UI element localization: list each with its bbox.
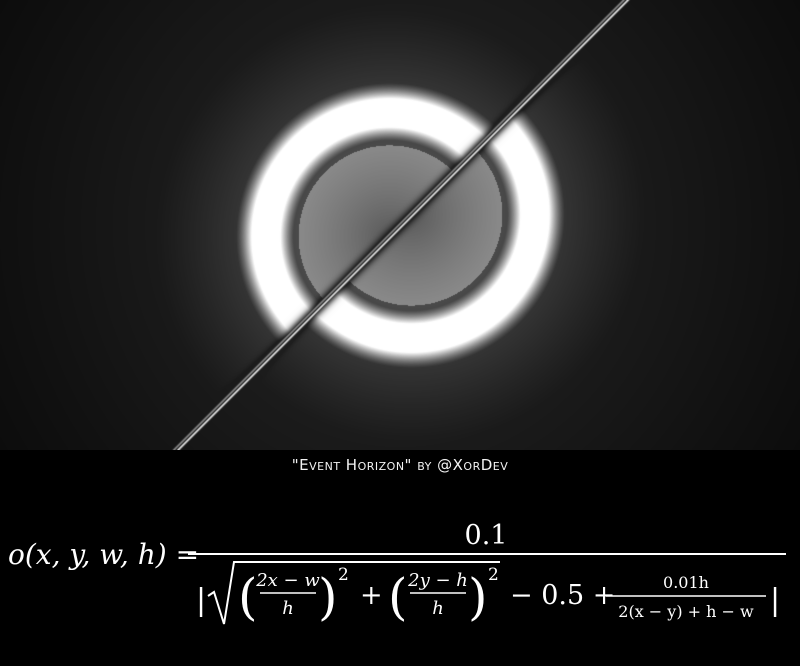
formula: o(x, y, w, h) = 0.1 | | ( 2x − w h ) 2 +…: [0, 500, 800, 660]
term1-denominator: h: [282, 598, 294, 619]
exponent-1: 2: [338, 565, 349, 585]
abs-close: |: [770, 583, 780, 618]
abs-open: |: [196, 583, 206, 618]
paren-open-2: (: [388, 568, 408, 626]
event-horizon-render: [0, 0, 800, 450]
paren-close-2: ): [468, 568, 488, 626]
paren-open-1: (: [238, 568, 258, 626]
formula-numerator: 0.1: [465, 520, 508, 551]
formula-lhs: o(x, y, w, h) =: [8, 538, 199, 571]
exponent-2: 2: [488, 565, 499, 585]
term2-denominator: h: [432, 598, 444, 619]
plus-sign: +: [360, 580, 383, 611]
term3-numerator: 0.01h: [663, 573, 709, 592]
formula-svg: o(x, y, w, h) = 0.1 | | ( 2x − w h ) 2 +…: [8, 520, 786, 626]
term3-denominator: 2(x − y) + h − w: [618, 602, 754, 621]
term2-numerator: 2y − h: [407, 570, 468, 591]
minus-constant: − 0.5 +: [510, 580, 615, 611]
image-caption: "Event Horizon" by @XorDev: [291, 456, 509, 474]
term1-numerator: 2x − w: [255, 570, 320, 591]
paren-close-1: ): [318, 568, 338, 626]
